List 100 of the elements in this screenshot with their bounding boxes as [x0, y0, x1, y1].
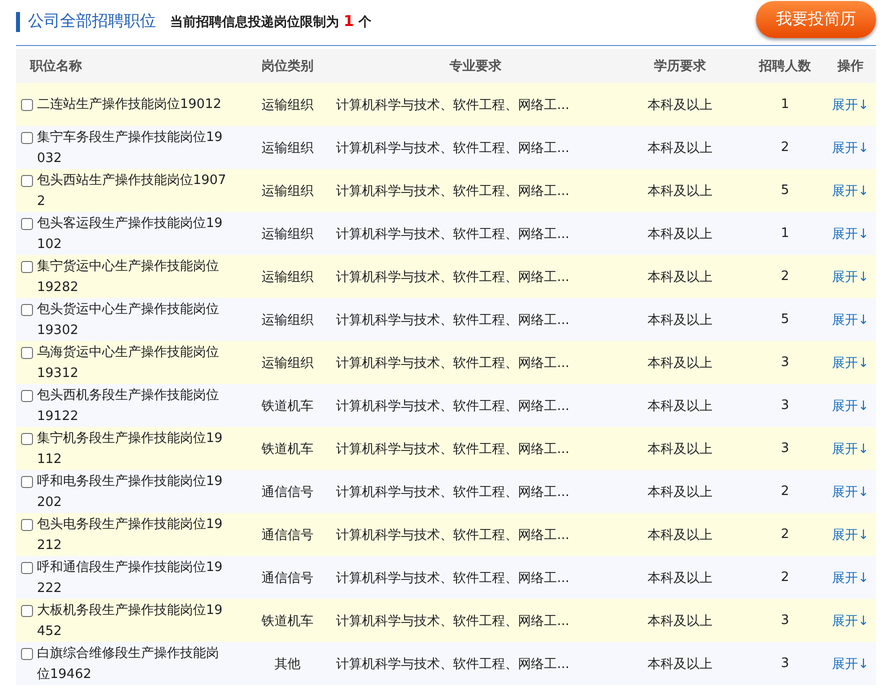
table-cell-text: 3	[780, 355, 790, 370]
table-cell-text: 计算机科学与技术、软件工程、网络工...	[335, 182, 570, 200]
row-checkbox[interactable]	[21, 260, 33, 272]
table-cell-text: 3	[780, 441, 790, 456]
row-checkbox[interactable]	[21, 174, 33, 186]
table-cell-text: 计算机科学与技术、软件工程、网络工...	[335, 96, 570, 114]
expand-link[interactable]: 展开↓	[832, 528, 869, 542]
row-checkbox[interactable]	[21, 648, 33, 660]
expand-link[interactable]: 展开↓	[832, 570, 869, 586]
table-cell-text: 2	[780, 527, 790, 542]
table-cell-text: 2	[780, 269, 790, 284]
expand-link[interactable]: 展开↓	[832, 356, 869, 370]
row-checkbox[interactable]	[21, 218, 33, 230]
job-title: 呼和电务段生产操作技能岗位19202	[37, 472, 224, 512]
table-cell-text: 本科及以上	[646, 96, 714, 114]
table-cell-text: 本科及以上	[646, 526, 714, 544]
column-header: 职位名称	[28, 58, 83, 75]
expand-link[interactable]: 展开↓	[832, 398, 869, 414]
expand-link[interactable]: 展开↓	[832, 656, 869, 672]
expand-link[interactable]: 展开↓	[832, 270, 869, 284]
expand-link[interactable]: 展开↓	[832, 226, 869, 242]
table-cell-text: 3	[780, 398, 790, 413]
table-cell-text: 3	[780, 656, 790, 671]
table-cell-text: 2	[780, 140, 790, 155]
row-checkbox[interactable]	[21, 132, 33, 144]
row-checkbox[interactable]	[21, 562, 33, 574]
column-header: 学历要求	[653, 58, 707, 75]
table-cell-text: 计算机科学与技术、软件工程、网络工...	[335, 312, 570, 328]
apply-button[interactable]: 我要投简历	[756, 1, 876, 38]
table-cell-text: 5	[780, 312, 790, 327]
column-header: 专业要求	[448, 58, 502, 75]
column-header: 岗位类别	[260, 58, 314, 75]
limit-notice: 当前招聘信息投递岗位限制为 1 个	[170, 12, 372, 31]
table-cell-text: 本科及以上	[646, 440, 714, 458]
row-checkbox[interactable]	[21, 304, 33, 316]
expand-link[interactable]: 展开↓	[832, 184, 869, 198]
row-checkbox[interactable]	[21, 346, 33, 358]
table-cell-text: 本科及以上	[646, 226, 714, 242]
expand-link[interactable]: 展开↓	[832, 484, 869, 500]
table-cell-text: 铁道机车	[260, 398, 314, 414]
table-cell-text: 计算机科学与技术、软件工程、网络工...	[335, 526, 570, 544]
row-checkbox[interactable]	[21, 476, 33, 488]
table-cell-text: 运输组织	[260, 354, 314, 372]
table-cell-text: 本科及以上	[646, 182, 714, 200]
table-cell-text: 运输组织	[260, 182, 314, 200]
expand-link[interactable]: 展开↓	[832, 98, 869, 112]
table-cell-text: 计算机科学与技术、软件工程、网络工...	[335, 570, 570, 586]
job-title: 包头电务段生产操作技能岗位19212	[37, 516, 224, 554]
table-cell-text: 铁道机车	[260, 612, 314, 630]
row-checkbox[interactable]	[21, 604, 33, 616]
table-cell-text: 本科及以上	[646, 140, 714, 156]
table-cell-text: 运输组织	[260, 312, 314, 328]
job-title: 包头西站生产操作技能岗位19072	[37, 172, 227, 210]
table-cell-text: 通信信号	[260, 526, 314, 544]
job-title: 包头西机务段生产操作技能岗位19122	[37, 386, 220, 426]
table-cell-text: 计算机科学与技术、软件工程、网络工...	[335, 484, 570, 500]
job-title: 集宁货运中心生产操作技能岗位19282	[37, 258, 220, 296]
table-cell-text: 计算机科学与技术、软件工程、网络工...	[335, 268, 570, 286]
table-cell-text: 本科及以上	[646, 570, 714, 586]
row-checkbox[interactable]	[21, 518, 33, 530]
table-cell-text: 铁道机车	[260, 440, 314, 458]
expand-link[interactable]: 展开↓	[832, 140, 869, 156]
row-checkbox[interactable]	[21, 432, 33, 444]
table-cell-text: 1	[780, 97, 790, 112]
table-cell-text: 计算机科学与技术、软件工程、网络工...	[335, 612, 570, 630]
table-cell-text: 本科及以上	[646, 398, 714, 414]
table-cell-text: 1	[780, 226, 790, 241]
section-title: 公司全部招聘职位	[28, 11, 156, 32]
table-cell-text: 运输组织	[260, 226, 314, 242]
table-cell-text: 计算机科学与技术、软件工程、网络工...	[335, 140, 570, 156]
expand-link[interactable]: 展开↓	[832, 312, 869, 328]
table-cell-text: 计算机科学与技术、软件工程、网络工...	[335, 398, 570, 414]
table-cell-text: 2	[780, 484, 790, 499]
job-title: 呼和通信段生产操作技能岗位19222	[37, 558, 224, 598]
table-cell-text: 本科及以上	[646, 312, 714, 328]
table-cell-text: 本科及以上	[646, 354, 714, 372]
table-cell-text: 计算机科学与技术、软件工程、网络工...	[335, 440, 570, 458]
job-title: 包头客运段生产操作技能岗位19102	[37, 214, 224, 254]
table-cell-text: 运输组织	[260, 140, 314, 156]
table-cell-text: 计算机科学与技术、软件工程、网络工...	[335, 354, 570, 372]
job-title: 白旗综合维修段生产操作技能岗位19462	[37, 644, 220, 684]
job-title: 大板机务段生产操作技能岗位19452	[37, 602, 224, 640]
row-checkbox[interactable]	[21, 390, 33, 402]
job-title: 二连站生产操作技能岗位19012	[37, 96, 222, 114]
table-cell-text: 本科及以上	[646, 656, 714, 672]
job-title: 集宁机务段生产操作技能岗位19112	[37, 430, 224, 468]
expand-link[interactable]: 展开↓	[832, 614, 869, 628]
table-cell-text: 通信信号	[260, 570, 314, 586]
table-cell-text: 5	[780, 183, 790, 198]
table-cell-text: 2	[780, 570, 790, 585]
column-header: 招聘人数	[758, 58, 812, 75]
table-cell-text: 计算机科学与技术、软件工程、网络工...	[335, 226, 570, 242]
row-checkbox[interactable]	[21, 99, 33, 111]
table-cell-text: 本科及以上	[646, 484, 714, 500]
table-cell-text: 通信信号	[260, 484, 314, 500]
expand-link[interactable]: 展开↓	[832, 442, 869, 456]
table-cell-text: 本科及以上	[646, 612, 714, 630]
column-header: 操作	[836, 58, 864, 75]
table-cell-text: 3	[780, 613, 790, 628]
table-cell-text: 计算机科学与技术、软件工程、网络工...	[335, 656, 570, 672]
